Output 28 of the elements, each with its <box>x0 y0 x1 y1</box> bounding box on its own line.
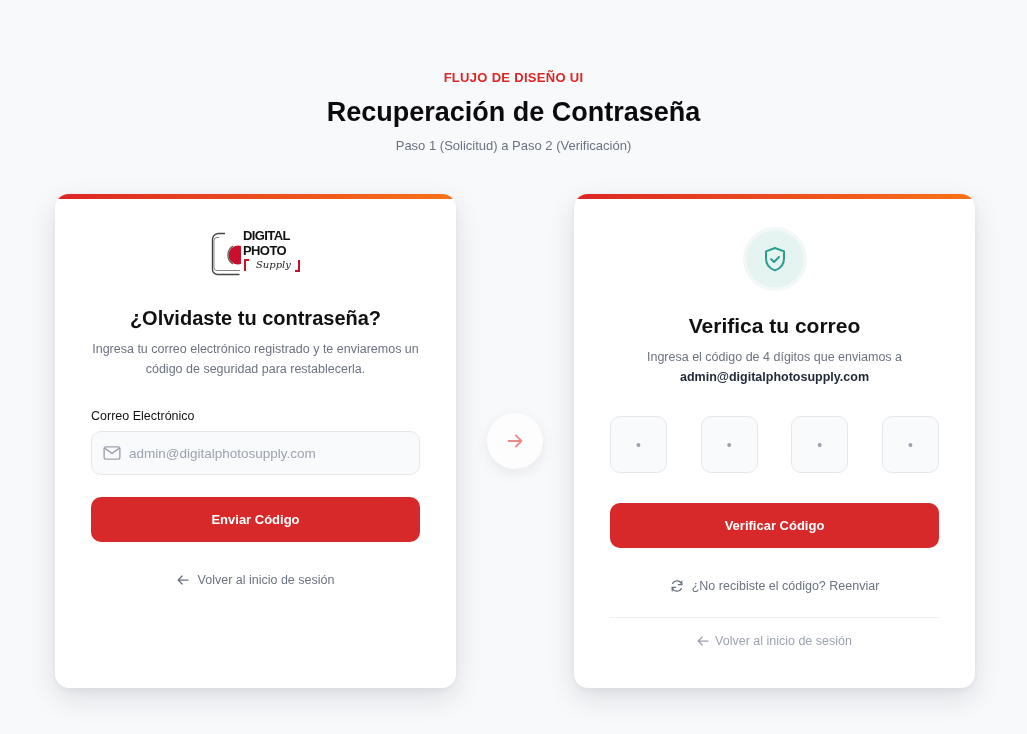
send-code-button[interactable]: Enviar Código <box>91 497 420 542</box>
code-digit-field[interactable]: • <box>610 416 667 473</box>
mail-icon <box>103 446 121 460</box>
logo-text: DIGITAL <box>243 228 290 243</box>
code-digit-field[interactable]: • <box>791 416 849 473</box>
logo-text: PHOTO <box>243 243 286 258</box>
shield-check-icon <box>742 227 807 291</box>
page-subtitle: Paso 1 (Solicitud) a Paso 2 (Verificación) <box>395 137 632 155</box>
arrow-left-icon <box>176 575 189 585</box>
verify-code-button[interactable]: Verificar Código <box>610 503 939 548</box>
logo-text: Supply <box>244 258 300 272</box>
card-description: Ingresa el código de 4 dígitos que enviamos a <box>647 349 902 366</box>
back-to-login-link[interactable]: Volver al inicio de sesión <box>176 571 335 589</box>
card-title: ¿Olvidaste tu contraseña? <box>129 306 382 331</box>
email-address: admin@digitalphotosupply.com <box>679 369 869 386</box>
eyebrow-label: FLUJO DE DISEÑO UI <box>443 70 584 86</box>
code-digit-field[interactable]: • <box>881 416 939 473</box>
field-label: Correo Electrónico <box>91 408 196 425</box>
card-description: Ingresa tu correo electrónico registrado y te enviaremos un código de seguridad para restablecerla. <box>91 341 420 378</box>
card-title: Verifica tu correo <box>688 313 861 339</box>
refresh-icon <box>669 579 684 593</box>
logo-icon <box>211 232 241 276</box>
back-to-login-link[interactable]: Volver al inicio de sesión <box>697 632 852 650</box>
code-digit-field[interactable]: • <box>700 416 758 473</box>
page-title: Recuperación de Contraseña <box>326 96 701 128</box>
resend-code-link[interactable]: ¿No recibiste el código? Reenviar <box>669 577 880 595</box>
email-field[interactable]: admin@digitalphotosupply.com <box>91 431 420 475</box>
arrow-left-icon <box>697 636 710 646</box>
